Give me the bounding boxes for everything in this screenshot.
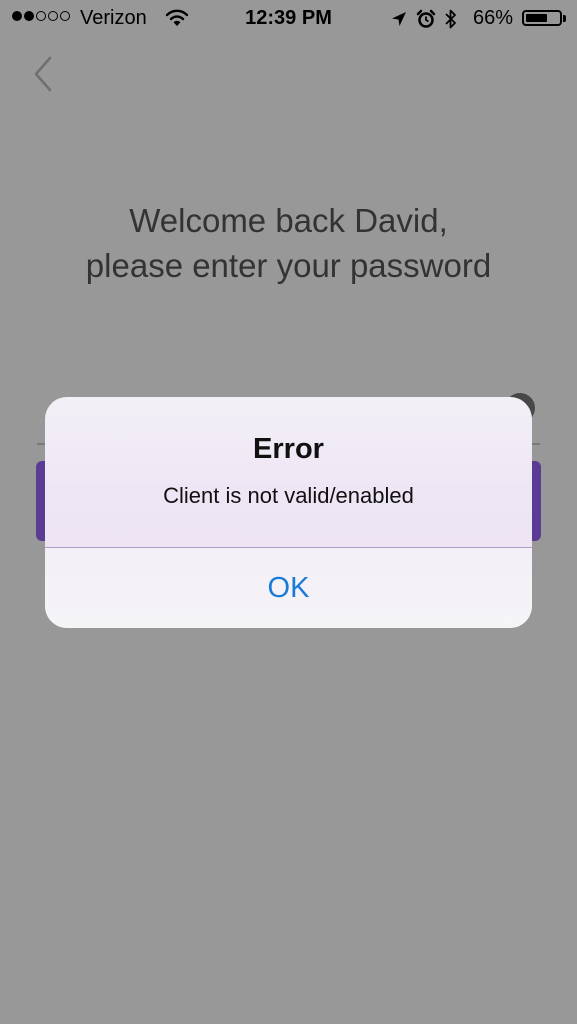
- status-bar: Verizon 12:39 PM 66%: [0, 0, 577, 38]
- back-button[interactable]: [28, 52, 60, 96]
- chevron-left-icon: [34, 56, 52, 92]
- location-arrow-icon: [390, 10, 408, 34]
- battery-percent: 66%: [473, 7, 514, 29]
- battery-level: [526, 14, 548, 22]
- welcome-heading: Welcome back David, please enter your pa…: [0, 198, 577, 288]
- alert-title: Error: [253, 433, 324, 465]
- status-icons: [390, 8, 458, 36]
- alarm-icon: [416, 9, 436, 35]
- alert-body: Error Client is not valid/enabled: [45, 397, 532, 547]
- alert-ok-button[interactable]: OK: [45, 548, 532, 628]
- alert-message: Client is not valid/enabled: [163, 483, 414, 508]
- battery-icon: [522, 10, 562, 26]
- welcome-line-1: Welcome back David,: [129, 202, 448, 239]
- battery-tip: [563, 15, 566, 22]
- welcome-line-2: please enter your password: [85, 247, 492, 284]
- bluetooth-icon: [444, 8, 458, 36]
- error-alert: Error Client is not valid/enabled OK: [45, 397, 532, 628]
